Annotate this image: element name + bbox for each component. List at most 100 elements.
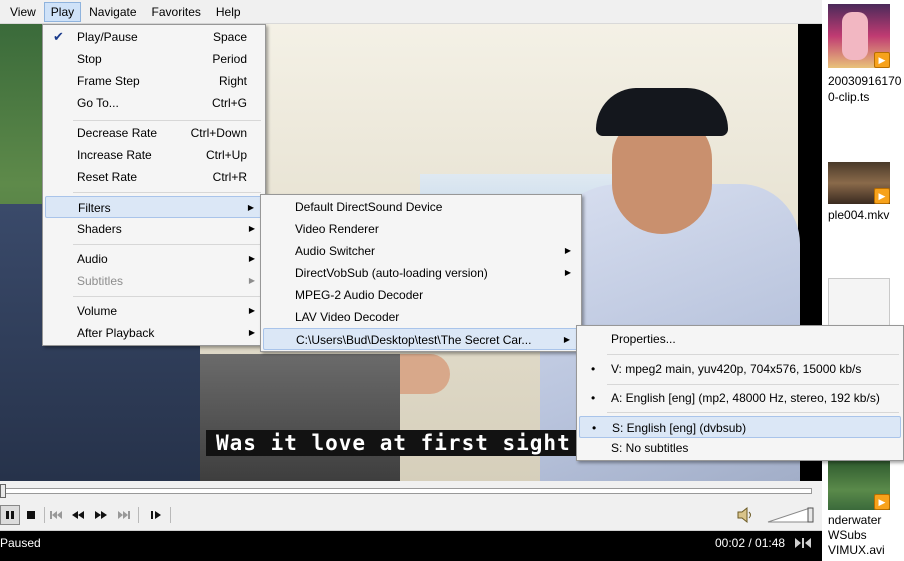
submenu-arrow-icon: ▶ (248, 328, 255, 337)
menu-item-filters[interactable]: Filters ▶ (45, 196, 263, 218)
submenu-arrow-icon: ▶ (248, 276, 255, 285)
file-label[interactable]: VIMUX.avi (828, 543, 885, 557)
menu-item-label: Stop (77, 52, 102, 66)
filter-item-video-renderer[interactable]: Video Renderer (263, 218, 579, 240)
video-file-thumbnail[interactable]: ▶ (828, 162, 890, 204)
pause-icon (6, 511, 14, 519)
shortcut-label: Period (212, 52, 247, 66)
time-display: 00:02 / 01:48 (715, 536, 786, 550)
status-bar: Paused 00:02 / 01:48 (0, 532, 822, 554)
menu-item-decrease-rate[interactable]: Decrease Rate Ctrl+Down (45, 122, 263, 144)
menu-item-stop[interactable]: Stop Period (45, 48, 263, 70)
stream-item-subtitle-english[interactable]: • S: English [eng] (dvbsub) (579, 416, 901, 438)
menu-item-increase-rate[interactable]: Increase Rate Ctrl+Up (45, 144, 263, 166)
pause-button[interactable] (0, 505, 20, 525)
fast-forward-button[interactable] (91, 505, 111, 525)
shortcut-label: Right (218, 74, 247, 88)
stream-item-video[interactable]: • V: mpeg2 main, yuv420p, 704x576, 15000… (579, 358, 901, 380)
rewind-button[interactable] (68, 505, 88, 525)
separator (170, 507, 171, 523)
filter-item-directvobsub[interactable]: DirectVobSub (auto-loading version) ▶ (263, 262, 579, 284)
menu-play[interactable]: Play (43, 1, 82, 22)
menu-item-label: Volume (77, 304, 118, 318)
next-button[interactable] (114, 505, 134, 525)
menu-item-label: Decrease Rate (77, 126, 158, 140)
separator (44, 507, 45, 523)
file-label[interactable]: WSubs (828, 528, 867, 542)
menu-view[interactable]: View (3, 2, 43, 22)
man-cap (596, 88, 728, 136)
menu-item-label: Audio (77, 252, 108, 266)
menu-item-volume[interactable]: Volume ▶ (45, 300, 263, 322)
stream-item-properties[interactable]: Properties... (579, 328, 901, 350)
menu-item-label: DirectVobSub (auto-loading version) (295, 266, 488, 280)
menu-item-audio[interactable]: Audio ▶ (45, 248, 263, 270)
speaker-icon[interactable] (736, 505, 754, 525)
menu-navigate[interactable]: Navigate (82, 2, 143, 22)
frame-step-button[interactable] (146, 505, 166, 525)
play-badge-icon: ▶ (874, 494, 890, 510)
menu-item-label: C:\Users\Bud\Desktop\test\The Secret Car… (296, 333, 532, 347)
menu-help[interactable]: Help (209, 2, 248, 22)
document-file-icon[interactable] (828, 278, 890, 326)
shortcut-label: Ctrl+G (211, 96, 247, 110)
menu-item-label: Default DirectSound Device (295, 200, 443, 214)
filter-item-source-file[interactable]: C:\Users\Bud\Desktop\test\The Secret Car… (263, 328, 579, 350)
menu-separator (73, 120, 261, 121)
video-file-thumbnail[interactable]: ▶ (828, 4, 890, 68)
menu-separator (73, 244, 261, 245)
filter-item-mpeg2-audio-decoder[interactable]: MPEG-2 Audio Decoder (263, 284, 579, 306)
menu-item-frame-step[interactable]: Frame Step Right (45, 70, 263, 92)
skip-forward-icon (118, 511, 130, 519)
menu-item-reset-rate[interactable]: Reset Rate Ctrl+R (45, 166, 263, 188)
menu-item-label: V: mpeg2 main, yuv420p, 704x576, 15000 k… (611, 362, 862, 376)
play-badge-icon: ▶ (874, 52, 890, 68)
file-label[interactable]: ple004.mkv (828, 208, 889, 222)
menu-item-label: S: English [eng] (dvbsub) (612, 421, 747, 435)
bullet-icon: • (591, 391, 596, 405)
submenu-arrow-icon: ▶ (564, 246, 571, 255)
menu-item-label: Video Renderer (295, 222, 379, 236)
seek-bar[interactable] (0, 481, 822, 501)
menu-item-label: Frame Step (77, 74, 140, 88)
submenu-arrow-icon: ▶ (248, 224, 255, 233)
filter-item-lav-video-decoder[interactable]: LAV Video Decoder (263, 306, 579, 328)
checkmark-icon: ✔ (53, 29, 64, 44)
submenu-arrow-icon: ▶ (563, 335, 570, 344)
play-badge-icon: ▶ (874, 188, 890, 204)
menu-favorites[interactable]: Favorites (145, 2, 208, 22)
menu-item-label: Play/Pause (77, 30, 138, 44)
shortcut-label: Ctrl+Up (205, 148, 247, 162)
file-label[interactable]: 20030916170 (828, 74, 901, 88)
video-file-thumbnail[interactable]: ▶ (828, 460, 890, 510)
menu-item-shaders[interactable]: Shaders ▶ (45, 218, 263, 240)
menu-item-play-pause[interactable]: ✔ Play/Pause Space (45, 26, 263, 48)
separator (138, 507, 139, 523)
filter-item-audio-switcher[interactable]: Audio Switcher ▶ (263, 240, 579, 262)
shortcut-label: Space (212, 30, 247, 44)
filter-item-directsound[interactable]: Default DirectSound Device (263, 196, 579, 218)
stop-button[interactable] (21, 505, 41, 525)
menu-item-label: S: No subtitles (611, 441, 689, 455)
previous-button[interactable] (46, 505, 66, 525)
menu-item-go-to[interactable]: Go To... Ctrl+G (45, 92, 263, 114)
menu-item-after-playback[interactable]: After Playback ▶ (45, 322, 263, 344)
volume-slider[interactable] (766, 506, 816, 524)
file-label[interactable]: nderwater (828, 513, 881, 527)
menu-item-label: MPEG-2 Audio Decoder (295, 288, 424, 302)
menu-item-label: Audio Switcher (295, 244, 376, 258)
menu-separator (607, 354, 899, 355)
stream-item-no-subtitles[interactable]: S: No subtitles (579, 437, 901, 459)
shortcut-label: Ctrl+Down (190, 126, 247, 140)
skip-back-icon (50, 511, 62, 519)
submenu-arrow-icon: ▶ (248, 254, 255, 263)
stream-item-audio[interactable]: • A: English [eng] (mp2, 48000 Hz, stere… (579, 387, 901, 409)
seek-track[interactable] (4, 488, 812, 494)
seek-handle[interactable] (0, 484, 6, 498)
playback-controls (0, 501, 822, 531)
file-label[interactable]: 0-clip.ts (828, 90, 869, 104)
menu-separator (607, 412, 899, 413)
menu-item-label: After Playback (77, 326, 155, 340)
bullet-icon: • (592, 421, 597, 435)
submenu-arrow-icon: ▶ (248, 306, 255, 315)
